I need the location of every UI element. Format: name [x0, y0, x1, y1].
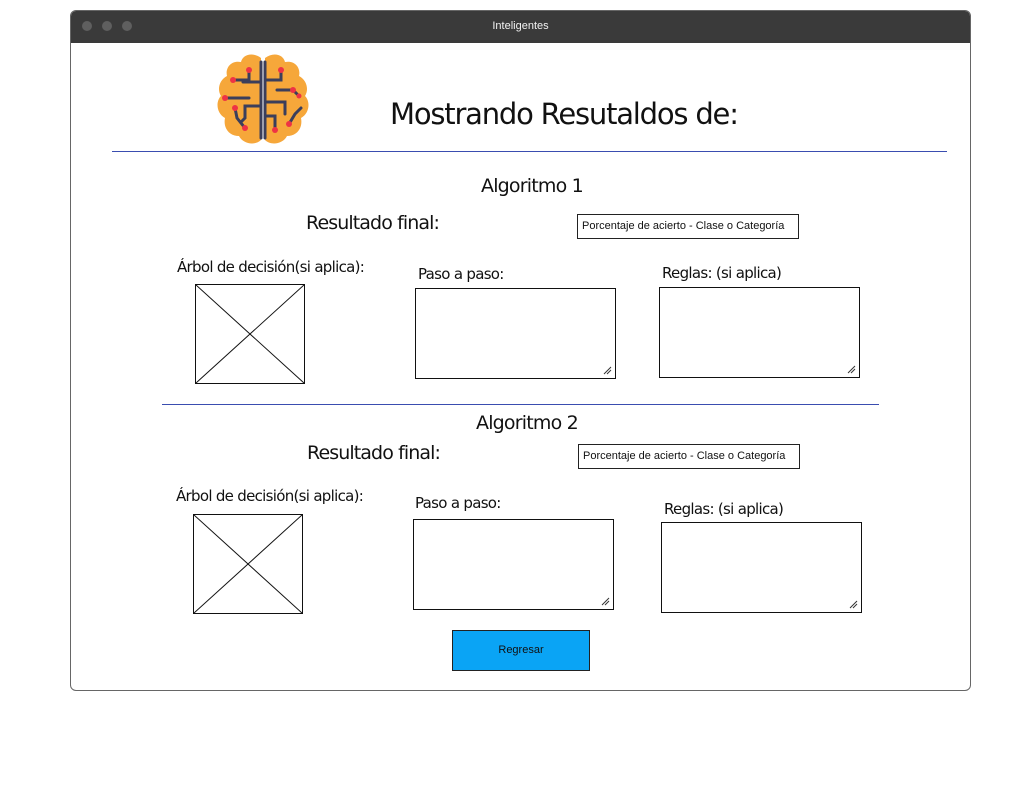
window-title: Inteligentes [492, 20, 549, 32]
resize-grip-icon[interactable] [847, 365, 856, 374]
back-button[interactable]: Regresar [452, 630, 590, 671]
algorithm-1-result-field[interactable]: Porcentaje de acierto - Clase o Categorí… [577, 214, 799, 239]
algorithm-2-rules-label: Reglas: (si aplica) [664, 500, 784, 518]
algorithm-1-tree-image [195, 284, 305, 384]
algorithm-1-result-label: Resultado final: [306, 212, 440, 234]
section-divider [162, 404, 879, 405]
algorithm-1-rules-textarea[interactable] [659, 287, 860, 378]
algorithm-2-steps-textarea[interactable] [413, 519, 614, 610]
resize-grip-icon[interactable] [603, 366, 612, 375]
algorithm-2-result-field[interactable]: Porcentaje de acierto - Clase o Categorí… [578, 444, 800, 469]
algorithm-1-steps-label: Paso a paso: [418, 265, 504, 283]
algorithm-1-steps-textarea[interactable] [415, 288, 616, 379]
title-bar: Inteligentes [71, 11, 970, 43]
app-window: Inteligentes Mostrando Resutaldos de: Al… [70, 10, 971, 691]
resize-grip-icon[interactable] [601, 597, 610, 606]
resize-grip-icon[interactable] [849, 600, 858, 609]
algorithm-2-steps-label: Paso a paso: [415, 494, 501, 512]
algorithm-1-title: Algoritmo 1 [481, 175, 584, 197]
image-placeholder-icon [196, 285, 304, 383]
algorithm-1-rules-label: Reglas: (si aplica) [662, 264, 782, 282]
image-placeholder-icon [194, 515, 302, 613]
algorithm-2-result-label: Resultado final: [307, 442, 441, 464]
brain-circuit-icon [217, 54, 309, 144]
algorithm-2-rules-textarea[interactable] [661, 522, 862, 613]
algorithm-2-title: Algoritmo 2 [476, 412, 579, 434]
algorithm-2-tree-image [193, 514, 303, 614]
header-divider [112, 151, 947, 152]
algorithm-1-tree-label: Árbol de decisión(si aplica): [177, 258, 365, 276]
algorithm-2-tree-label: Árbol de decisión(si aplica): [176, 487, 364, 505]
page-title: Mostrando Resutaldos de: [390, 97, 739, 131]
